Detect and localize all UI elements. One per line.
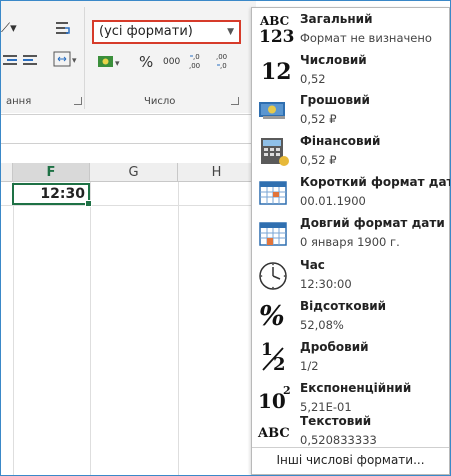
format-name: Текстовий	[300, 414, 372, 428]
number-format-dropdown: ABC 123 Загальний Формат не визначено 12…	[251, 7, 450, 475]
icon-text: 123	[259, 27, 295, 47]
svg-text:,0: ,0	[193, 53, 200, 61]
column-header-prev[interactable]	[1, 163, 13, 182]
selected-cell-f[interactable]: 12:30	[12, 183, 92, 207]
ribbon: ⟋▾ ▾ (усі формати) ▼ ▾ % 000 ,0,00 ,00,0…	[1, 1, 256, 113]
indent-icons[interactable]	[3, 53, 43, 67]
number-format-value: (усі формати)	[99, 24, 193, 39]
icon-text: %	[259, 301, 285, 332]
merge-center-icon[interactable]: ▾	[53, 51, 79, 69]
decrease-decimal-icon[interactable]: ,00,0	[215, 51, 237, 71]
column-header-h[interactable]: H	[178, 163, 256, 182]
format-item-percent[interactable]: % Відсотковий 52,08%	[252, 297, 449, 337]
increase-decimal-icon[interactable]: ,0,00	[188, 51, 210, 71]
icon-text: 10	[258, 389, 286, 413]
accounting-icon	[261, 138, 289, 166]
percent-icon: %	[256, 301, 292, 333]
formula-bar[interactable]	[1, 114, 256, 144]
calendar-short-icon	[259, 181, 287, 205]
format-name: Довгий формат дати	[300, 216, 445, 230]
format-item-short-date[interactable]: Короткий формат дати 00.01.1900	[252, 173, 451, 213]
format-name: Час	[300, 258, 325, 272]
percent-style-button[interactable]: %	[139, 53, 153, 71]
number-group-label: Число	[144, 96, 176, 107]
format-item-text[interactable]: ABC Текстовий 0,520833333	[252, 412, 449, 452]
format-name: Дробовий	[300, 340, 369, 354]
format-sample: 00.01.1900	[300, 194, 366, 208]
number-format-combo[interactable]: (усі формати) ▼	[92, 20, 241, 44]
thousands-separator-button[interactable]: 000	[163, 57, 180, 67]
format-sample: 52,08%	[300, 318, 344, 332]
format-name: Фінансовий	[300, 134, 381, 148]
icon-text: ABC	[260, 14, 290, 28]
format-item-long-date[interactable]: Довгий формат дати 0 января 1900 г.	[252, 214, 449, 254]
calendar-long-icon	[259, 222, 287, 246]
currency-icon	[259, 102, 285, 119]
cell-value: 12:30	[40, 186, 85, 202]
column-header-g[interactable]: G	[90, 163, 178, 182]
window-frame: ⟋▾ ▾ (усі формати) ▼ ▾ % 000 ,0,00 ,00,0…	[0, 0, 451, 476]
gridline	[90, 182, 91, 475]
svg-text:▾: ▾	[72, 56, 77, 66]
icon-text: 2	[273, 354, 286, 375]
format-sample: 0 января 1900 г.	[300, 235, 400, 249]
format-sample: 12:30:00	[300, 277, 352, 291]
svg-text:,00: ,00	[189, 62, 200, 70]
format-name: Короткий формат дати	[300, 175, 451, 189]
gridline	[1, 205, 256, 206]
format-sample: Формат не визначено	[300, 31, 432, 45]
group-separator	[84, 7, 85, 109]
svg-text:,00: ,00	[216, 53, 227, 61]
wrap-text-icon[interactable]	[55, 20, 71, 38]
svg-text:,0: ,0	[220, 62, 227, 70]
currency-format-icon[interactable]: ▾	[97, 53, 123, 71]
format-name: Числовий	[300, 53, 367, 67]
fraction-icon: 1 2	[256, 340, 292, 375]
format-item-general[interactable]: ABC 123 Загальний Формат не визначено	[252, 10, 449, 50]
alignment-dialog-launcher-icon[interactable]	[74, 97, 82, 105]
text-abc-icon: ABC	[256, 416, 292, 448]
format-item-currency[interactable]: Грошовий 0,52 ₽	[252, 91, 449, 131]
column-header-f[interactable]: F	[13, 163, 90, 182]
format-name: Експоненційний	[300, 381, 412, 395]
icon-text: 12	[261, 59, 292, 85]
format-sample: 0,52 ₽	[300, 153, 337, 167]
chevron-down-icon[interactable]: ▼	[227, 22, 234, 42]
alignment-group-label: ання	[6, 96, 32, 107]
format-sample: 0,52	[300, 72, 326, 86]
scientific-icon: 10 2	[256, 383, 292, 415]
number-12-icon: 12	[256, 55, 292, 87]
icon-text: ABC	[258, 426, 290, 441]
format-item-number[interactable]: 12 Числовий 0,52	[252, 51, 449, 91]
fill-handle[interactable]	[85, 200, 92, 207]
format-name: Відсотковий	[300, 299, 387, 313]
general-abc123-icon: ABC 123	[256, 14, 295, 47]
gridline	[13, 182, 14, 475]
format-item-accounting[interactable]: Фінансовий 0,52 ₽	[252, 132, 449, 172]
number-dialog-launcher-icon[interactable]	[231, 97, 239, 105]
icon-text: 2	[283, 384, 291, 397]
orientation-button[interactable]: ⟋▾	[1, 21, 17, 36]
format-sample: 0,520833333	[300, 433, 377, 447]
format-sample: 1/2	[300, 359, 319, 373]
svg-text:▾: ▾	[115, 59, 120, 69]
gridline	[178, 182, 179, 475]
format-sample: 0,52 ₽	[300, 112, 337, 126]
clock-icon	[259, 262, 287, 290]
more-number-formats-link[interactable]: Інші числові формати...	[252, 447, 449, 474]
format-item-time[interactable]: Час 12:30:00	[252, 256, 449, 296]
format-name: Грошовий	[300, 93, 370, 107]
format-item-fraction[interactable]: 1 2 Дробовий 1/2	[252, 338, 449, 378]
format-name: Загальний	[300, 12, 373, 26]
